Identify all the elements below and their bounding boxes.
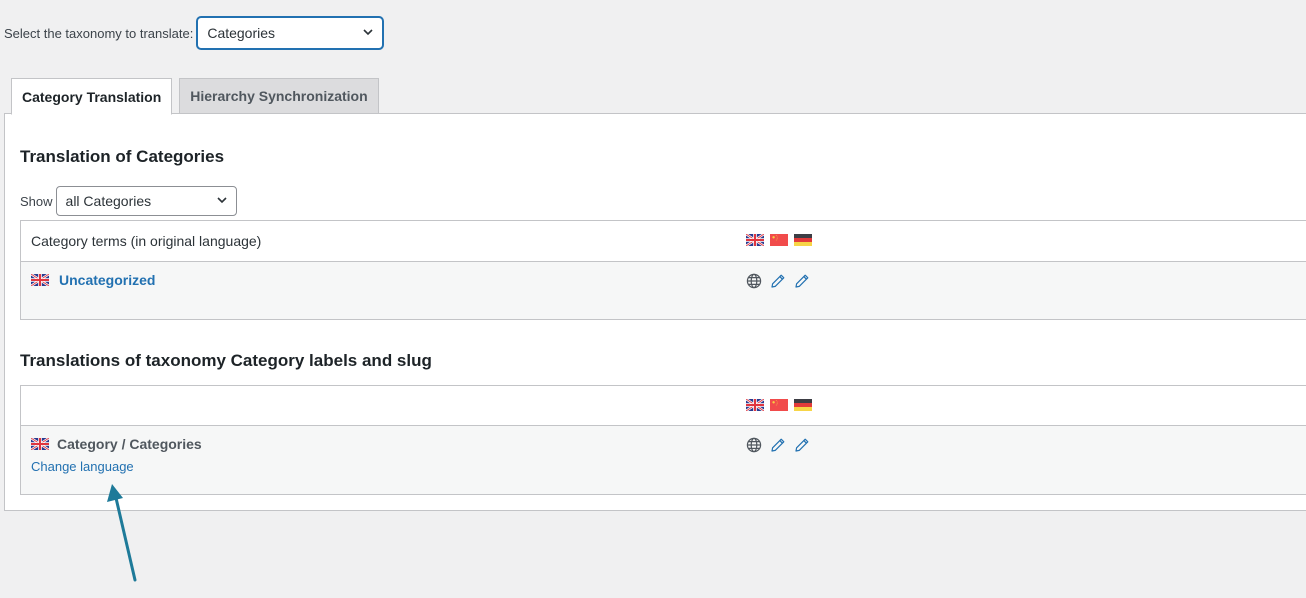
translation-actions	[746, 437, 810, 453]
taxonomy-select-value: Categories	[207, 25, 276, 41]
globe-icon[interactable]	[746, 437, 762, 453]
uk-flag-icon	[31, 438, 49, 450]
term-name-category: Category / Categories	[57, 436, 202, 452]
pencil-icon[interactable]	[770, 437, 786, 453]
tab-bar: Category Translation Hierarchy Synchroni…	[11, 78, 386, 115]
translation-actions	[746, 273, 810, 289]
table-header-row: Category terms (in original language)	[21, 221, 1306, 262]
table-header-row	[21, 386, 1306, 426]
table-row: Category / Categories Change language	[21, 426, 1306, 494]
show-filter-select[interactable]: all Categories	[55, 186, 237, 216]
term-line: Uncategorized	[31, 272, 155, 288]
globe-icon[interactable]	[746, 273, 762, 289]
uk-flag-icon	[746, 234, 764, 246]
language-flags	[746, 234, 812, 246]
pencil-icon[interactable]	[794, 273, 810, 289]
taxonomy-selector-row: Select the taxonomy to translate: Catego…	[4, 17, 384, 49]
pencil-icon[interactable]	[794, 437, 810, 453]
tab-hierarchy-synchronization[interactable]: Hierarchy Synchronization	[179, 78, 379, 114]
taxonomy-selector-label: Select the taxonomy to translate:	[4, 25, 194, 41]
germany-flag-icon	[794, 399, 812, 411]
table-row: Uncategorized	[21, 262, 1306, 319]
pencil-icon[interactable]	[770, 273, 786, 289]
china-flag-icon	[770, 234, 788, 246]
language-flags	[746, 399, 812, 411]
taxonomy-select[interactable]: Categories	[197, 17, 384, 49]
category-terms-table: Category terms (in original language) Un…	[20, 220, 1306, 320]
germany-flag-icon	[794, 234, 812, 246]
term-line: Category / Categories	[31, 436, 202, 452]
show-filter-value: all Categories	[65, 193, 152, 209]
show-filter-label: Show	[20, 193, 53, 209]
tab-panel: Translation of Categories Show all Categ…	[4, 113, 1306, 511]
term-link-uncategorized[interactable]: Uncategorized	[59, 272, 155, 288]
section-title-taxonomy-labels: Translations of taxonomy Category labels…	[20, 351, 432, 370]
uk-flag-icon	[746, 399, 764, 411]
change-language-link[interactable]: Change language	[31, 459, 134, 474]
uk-flag-icon	[31, 274, 49, 286]
tab-category-translation[interactable]: Category Translation	[11, 78, 173, 115]
taxonomy-labels-table: Category / Categories Change language	[20, 385, 1306, 495]
column-header-terms: Category terms (in original language)	[31, 233, 262, 249]
china-flag-icon	[770, 399, 788, 411]
chevron-down-icon	[216, 194, 228, 206]
section-title-translation-of-categories: Translation of Categories	[20, 147, 225, 166]
annotation-arrow-icon	[107, 484, 137, 582]
show-filter-row: Show all Categories	[20, 186, 237, 216]
chevron-down-icon	[362, 26, 374, 38]
